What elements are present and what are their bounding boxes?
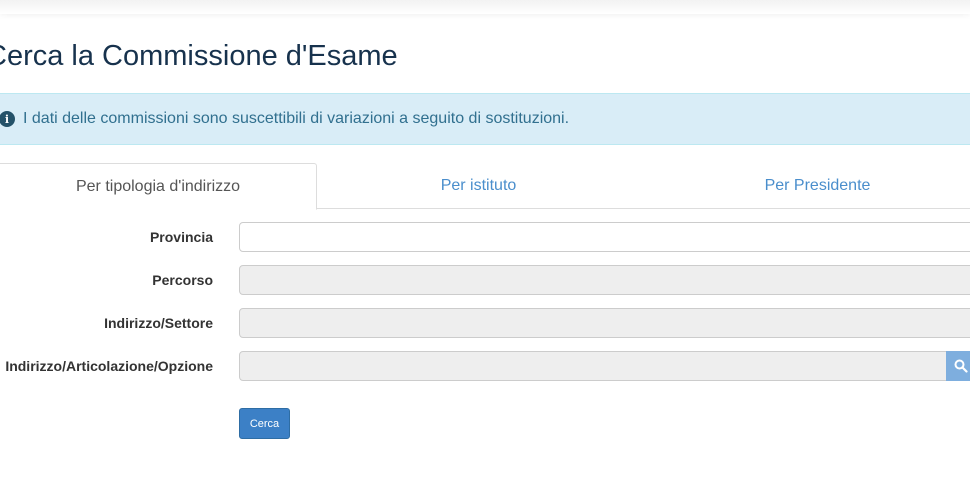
provincia-input[interactable] <box>239 222 970 252</box>
cerca-button[interactable]: Cerca <box>239 408 290 439</box>
tab-per-tipologia[interactable]: Per tipologia d'indirizzo <box>0 163 317 210</box>
provincia-label: Provincia <box>149 229 213 245</box>
indirizzo-settore-label: Indirizzo/Settore <box>104 315 213 331</box>
indirizzo-articolazione-input <box>239 351 970 381</box>
percorso-input <box>239 265 970 295</box>
search-icon <box>954 359 968 373</box>
alert-message: I dati delle commissioni sono suscettibi… <box>23 110 570 127</box>
indirizzo-articolazione-label: Indirizzo/Articolazione/Opzione <box>5 358 213 374</box>
form-row-percorso: Percorso <box>0 265 970 296</box>
info-circle-icon: i <box>0 111 15 127</box>
search-addon-button[interactable] <box>946 351 970 381</box>
top-header-bar <box>0 0 970 14</box>
tab-per-istituto[interactable]: Per istituto <box>317 163 640 209</box>
page-title: Cerca la Commissione d'Esame <box>0 40 398 72</box>
indirizzo-settore-input <box>239 308 970 338</box>
percorso-label: Percorso <box>152 272 213 288</box>
form-row-provincia: Provincia <box>0 222 970 253</box>
form-row-indirizzo-articolazione: Indirizzo/Articolazione/Opzione <box>0 351 970 382</box>
form-row-indirizzo-settore: Indirizzo/Settore <box>0 308 970 339</box>
search-tabs: Per tipologia d'indirizzo Per istituto P… <box>0 163 970 210</box>
tab-per-presidente[interactable]: Per Presidente <box>640 163 970 209</box>
info-alert: i I dati delle commissioni sono suscetti… <box>0 93 970 145</box>
